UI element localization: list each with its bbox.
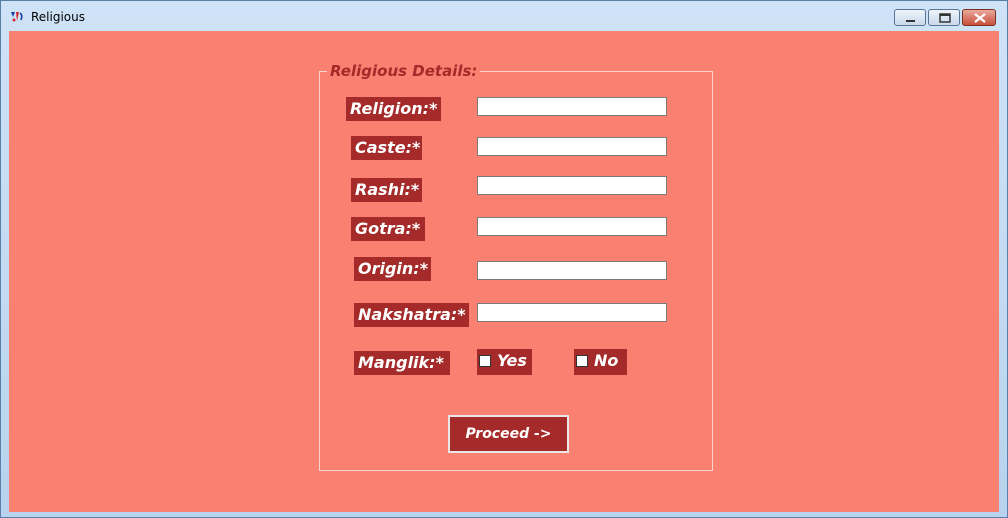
religious-window: Religious Religious Details: Religion:* …	[0, 0, 1008, 518]
close-button[interactable]	[962, 9, 996, 26]
manglik-no-label: No	[594, 351, 619, 370]
origin-label: Origin:*	[354, 257, 431, 281]
manglik-yes-label: Yes	[497, 351, 527, 370]
app-logo-icon	[9, 9, 25, 25]
window-title: Religious	[31, 10, 85, 24]
close-icon	[974, 13, 986, 23]
group-legend: Religious Details:	[327, 61, 481, 81]
minimize-button[interactable]	[894, 9, 926, 26]
rashi-input[interactable]	[477, 176, 667, 195]
title-bar[interactable]: Religious	[1, 1, 1007, 31]
caste-label: Caste:*	[351, 136, 422, 160]
gotra-input[interactable]	[477, 217, 667, 236]
manglik-yes-checkbox[interactable]: Yes	[477, 349, 532, 375]
manglik-no-checkbox[interactable]: No	[574, 349, 627, 375]
proceed-button[interactable]: Proceed ->	[448, 415, 569, 453]
religion-input[interactable]	[477, 97, 667, 116]
manglik-label: Manglik:*	[354, 351, 450, 375]
form-area: Religious Details: Religion:* Caste:* Ra…	[9, 31, 999, 512]
nakshatra-input[interactable]	[477, 303, 667, 322]
nakshatra-label: Nakshatra:*	[354, 303, 469, 327]
minimize-icon	[906, 20, 915, 22]
checkbox-box[interactable]	[576, 355, 588, 367]
origin-input[interactable]	[477, 261, 667, 280]
checkbox-box[interactable]	[479, 355, 491, 367]
maximize-button[interactable]	[928, 9, 960, 26]
religion-label: Religion:*	[346, 97, 441, 121]
maximize-icon	[939, 13, 951, 23]
caste-input[interactable]	[477, 137, 667, 156]
rashi-label: Rashi:*	[351, 178, 422, 202]
gotra-label: Gotra:*	[351, 217, 425, 241]
